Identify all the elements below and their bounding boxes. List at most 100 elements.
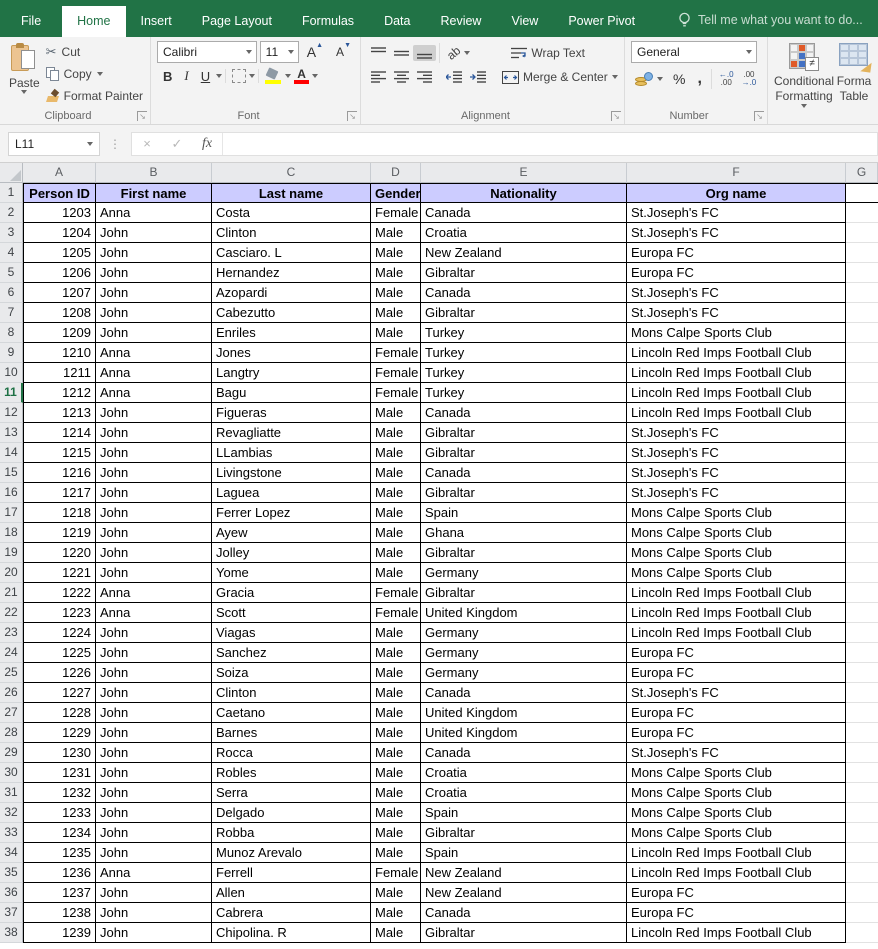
font-name-select[interactable]: Calibri [157,41,257,63]
cell[interactable]: New Zealand [421,243,627,263]
cell[interactable]: John [96,683,212,703]
increase-indent-button[interactable] [466,69,490,85]
cell[interactable]: Gibraltar [421,583,627,603]
cell[interactable]: Mons Calpe Sports Club [627,823,846,843]
borders-icon[interactable] [232,69,246,83]
cell[interactable] [846,623,878,643]
cell[interactable]: Ferrer Lopez [212,503,371,523]
row-header-14[interactable]: 14 [0,443,23,463]
cell[interactable] [846,403,878,423]
row-header-2[interactable]: 2 [0,203,23,223]
cell[interactable]: Yome [212,563,371,583]
cell[interactable]: Male [371,283,421,303]
cell[interactable]: Male [371,743,421,763]
cell[interactable]: St.Joseph's FC [627,743,846,763]
cell[interactable]: Male [371,663,421,683]
row-header-33[interactable]: 33 [0,823,23,843]
font-dialog-launcher-icon[interactable]: ↘ [347,111,357,121]
cell[interactable]: Male [371,323,421,343]
clipboard-dialog-launcher-icon[interactable]: ↘ [137,111,147,121]
cell[interactable] [846,763,878,783]
cell[interactable]: John [96,903,212,923]
cell[interactable]: United Kingdom [421,703,627,723]
cell[interactable] [846,463,878,483]
select-all-button[interactable] [0,163,23,183]
cell[interactable]: Mons Calpe Sports Club [627,523,846,543]
cell[interactable]: LLambias [212,443,371,463]
cell[interactable]: 1209 [23,323,96,343]
cell[interactable]: Turkey [421,323,627,343]
cell[interactable]: 1231 [23,763,96,783]
cell[interactable]: John [96,543,212,563]
cell[interactable] [846,643,878,663]
cell[interactable]: Scott [212,603,371,623]
cell[interactable]: Female [371,203,421,223]
cell[interactable]: John [96,523,212,543]
row-header-18[interactable]: 18 [0,523,23,543]
orientation-button[interactable]: ab [443,44,474,62]
fill-color-dropdown-icon[interactable] [285,74,291,78]
cell[interactable]: United Kingdom [421,723,627,743]
cell[interactable]: Gibraltar [421,303,627,323]
row-header-10[interactable]: 10 [0,363,23,383]
cell[interactable] [846,543,878,563]
cell[interactable]: Mons Calpe Sports Club [627,563,846,583]
cell[interactable]: 1222 [23,583,96,603]
cell[interactable]: Male [371,643,421,663]
number-dialog-launcher-icon[interactable]: ↘ [754,111,764,121]
cell[interactable]: 1213 [23,403,96,423]
tab-data[interactable]: Data [369,6,425,37]
cell[interactable]: Gibraltar [421,443,627,463]
row-header-35[interactable]: 35 [0,863,23,883]
cell[interactable]: Anna [96,383,212,403]
row-header-26[interactable]: 26 [0,683,23,703]
cell[interactable] [846,243,878,263]
cell[interactable]: 1230 [23,743,96,763]
cell[interactable]: John [96,763,212,783]
cell[interactable]: Lincoln Red Imps Football Club [627,363,846,383]
cell[interactable]: John [96,623,212,643]
bold-button[interactable]: B [157,68,178,85]
cell[interactable]: Female [371,863,421,883]
cell[interactable]: Male [371,563,421,583]
decrease-decimal-button[interactable]: .00 →.0 [738,71,761,87]
row-header-6[interactable]: 6 [0,283,23,303]
cell[interactable] [846,583,878,603]
cell[interactable]: Revagliatte [212,423,371,443]
merge-center-button[interactable]: Merge & Center [498,68,622,86]
cell[interactable]: St.Joseph's FC [627,303,846,323]
wrap-text-button[interactable]: Wrap Text [507,44,589,62]
cell[interactable]: Delgado [212,803,371,823]
cell[interactable] [846,663,878,683]
cell[interactable] [846,503,878,523]
cell[interactable]: Enriles [212,323,371,343]
cell[interactable]: Cabezutto [212,303,371,323]
row-header-36[interactable]: 36 [0,883,23,903]
cell[interactable]: 1203 [23,203,96,223]
cell[interactable]: John [96,923,212,943]
cell[interactable]: 1210 [23,343,96,363]
cell[interactable]: Male [371,423,421,443]
cell[interactable]: St.Joseph's FC [627,423,846,443]
cell[interactable]: 1233 [23,803,96,823]
paste-dropdown-icon[interactable] [21,90,27,94]
cell[interactable]: United Kingdom [421,603,627,623]
cell[interactable]: New Zealand [421,883,627,903]
cell[interactable]: Europa FC [627,703,846,723]
cell[interactable]: 1217 [23,483,96,503]
cell[interactable]: Male [371,503,421,523]
cell[interactable] [846,603,878,623]
cell[interactable]: Female [371,383,421,403]
cell[interactable]: John [96,563,212,583]
cell[interactable]: John [96,223,212,243]
format-as-table-button[interactable]: Forma Table [834,41,874,108]
tab-page-layout[interactable]: Page Layout [187,6,287,37]
cell[interactable]: Lincoln Red Imps Football Club [627,583,846,603]
cell[interactable]: Anna [96,203,212,223]
cell[interactable]: 1215 [23,443,96,463]
cell[interactable]: 1208 [23,303,96,323]
cell[interactable]: Male [371,303,421,323]
cell[interactable]: 1236 [23,863,96,883]
cell[interactable]: Soiza [212,663,371,683]
cell[interactable]: Male [371,923,421,943]
